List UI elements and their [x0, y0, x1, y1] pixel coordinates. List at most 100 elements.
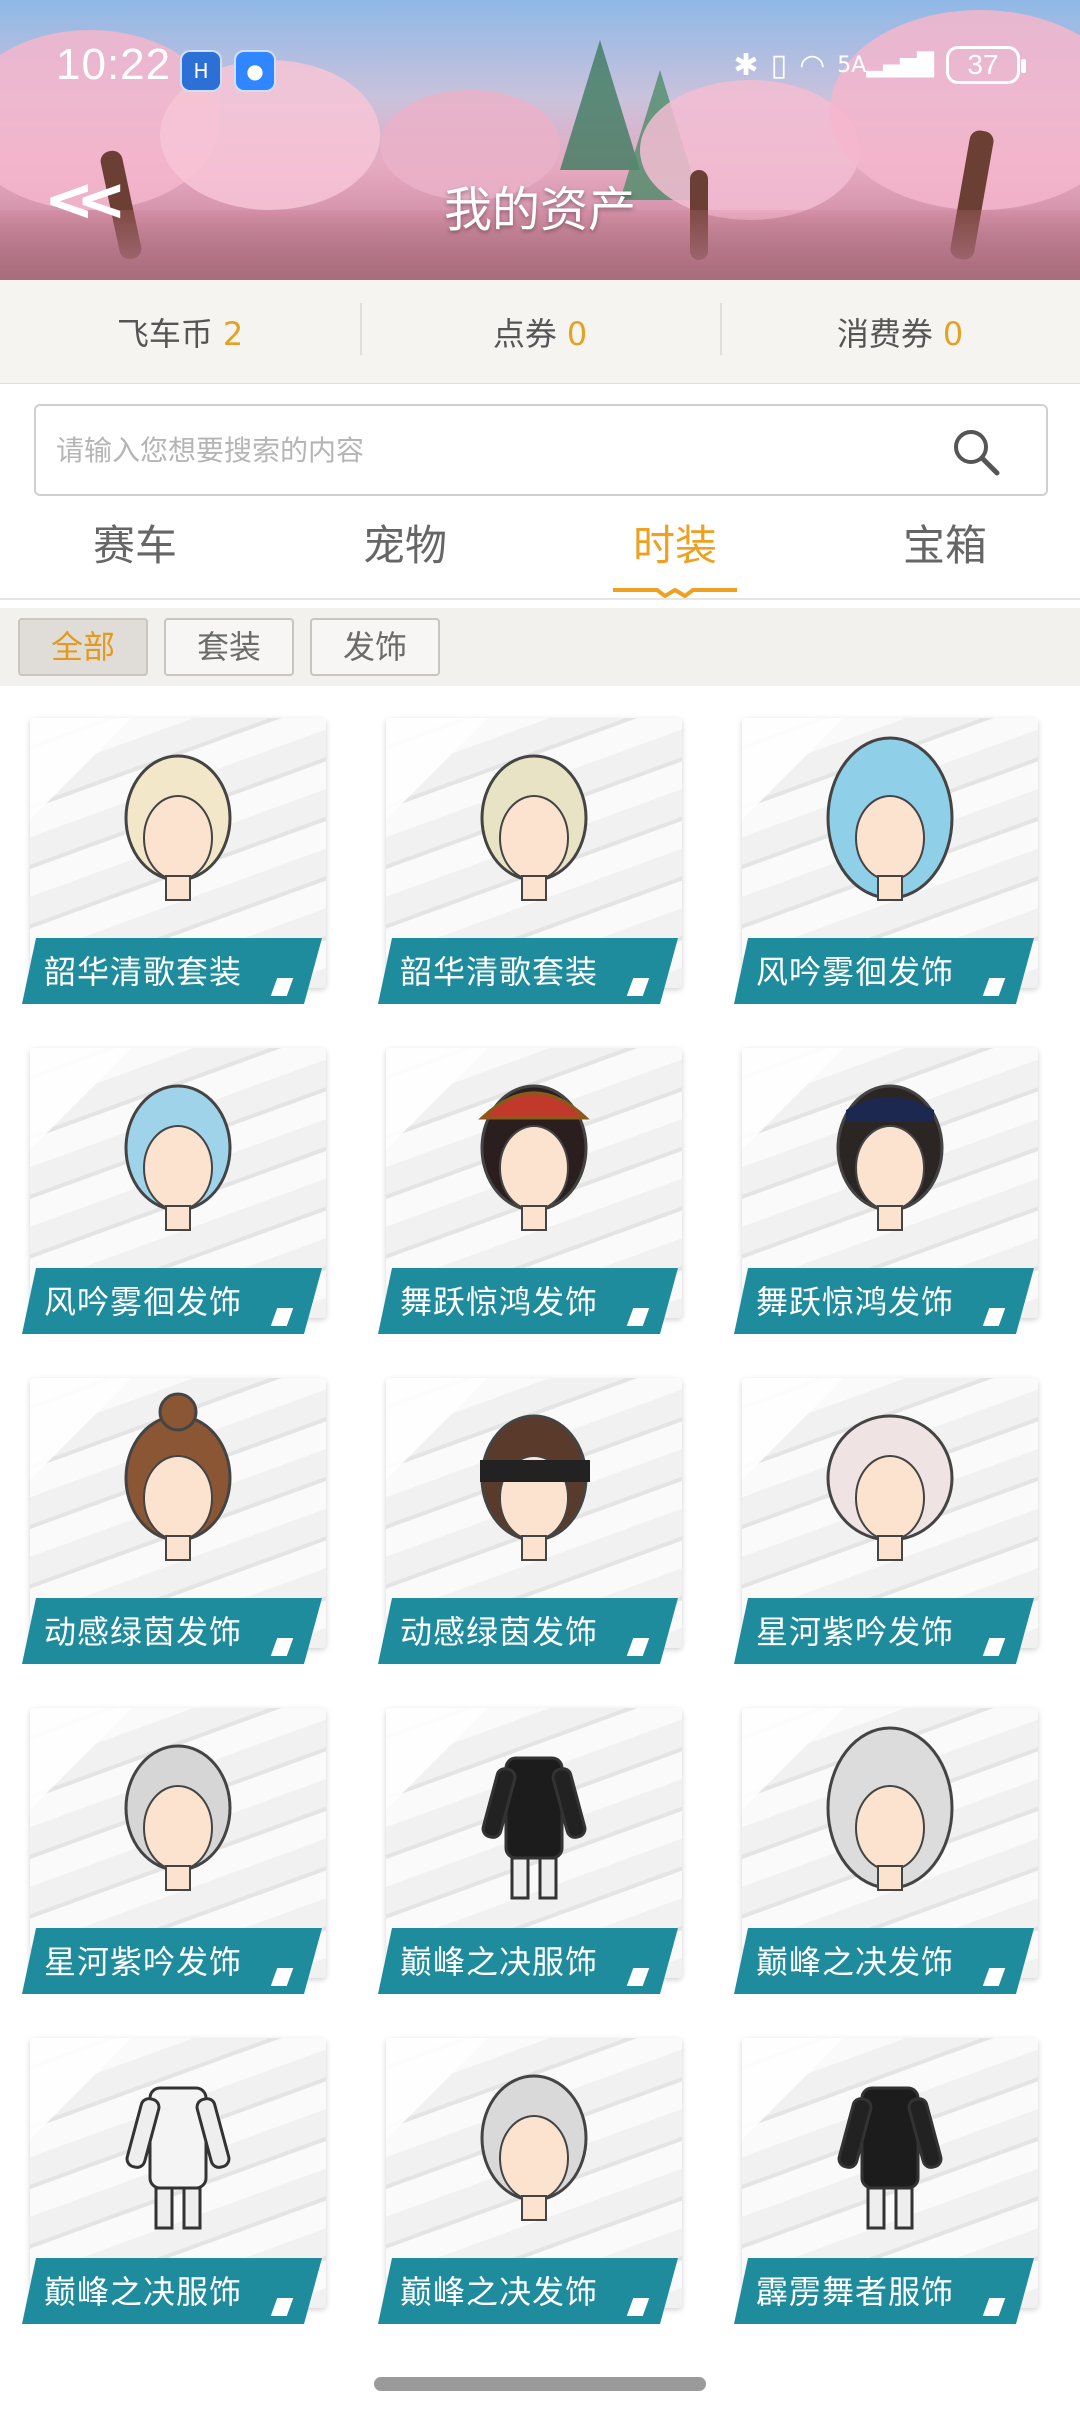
tab-fashion[interactable]: 时装: [540, 510, 810, 598]
item-label-banner: 韶华清歌套装: [378, 938, 678, 1004]
item-thumbnail: [480, 754, 588, 901]
item-thumbnail: [480, 1414, 590, 1561]
item-thumbnail: [480, 2074, 588, 2221]
currency-dianquan: 点券 0: [360, 302, 720, 355]
item-name: 巅峰之决发饰: [756, 1943, 955, 1981]
item-label-banner: 韶华清歌套装: [22, 938, 322, 1004]
message-notification-icon: ●: [234, 50, 276, 92]
corner-mark-icon: [271, 1638, 294, 1656]
item-label-banner: 巅峰之决发饰: [378, 2258, 678, 2324]
search-input[interactable]: [56, 406, 936, 494]
fashion-item-card[interactable]: 星河紫吟发饰: [22, 1690, 332, 1990]
corner-mark-icon: [627, 1968, 650, 1986]
fashion-item-card[interactable]: 韶华清歌套装: [378, 700, 688, 1000]
tab-label: 赛车: [92, 521, 177, 570]
status-bar: 10:22 H ● ✱ ▯ ◠ 5A▂▄▆█ 37: [0, 30, 1080, 110]
vibrate-icon: ▯: [770, 47, 788, 83]
battery-icon: 37: [946, 46, 1026, 84]
item-name: 星河紫吟发饰: [756, 1613, 955, 1651]
corner-mark-icon: [983, 2298, 1006, 2316]
item-thumbnail: [125, 2086, 231, 2230]
fashion-item-card[interactable]: 巅峰之决发饰: [734, 1690, 1044, 1990]
item-name: 动感绿茵发饰: [400, 1613, 599, 1651]
fashion-item-card[interactable]: 舞跃惊鸿发饰: [378, 1030, 688, 1330]
corner-mark-icon: [627, 978, 650, 996]
corner-mark-icon: [983, 1308, 1006, 1326]
item-name: 巅峰之决发饰: [400, 2273, 599, 2311]
tab-pet[interactable]: 宠物: [270, 510, 540, 598]
corner-mark-icon: [983, 1968, 1006, 1986]
fashion-item-card[interactable]: 动感绿茵发饰: [378, 1360, 688, 1660]
item-thumbnail: [837, 2086, 943, 2230]
page-title: 我的资产: [443, 182, 636, 238]
search-box: [34, 404, 1048, 496]
app-notification-icon: H: [180, 50, 222, 92]
currency-label: 飞车币: [116, 314, 213, 353]
home-indicator[interactable]: [374, 2377, 706, 2391]
fashion-item-card[interactable]: 动感绿茵发饰: [22, 1360, 332, 1660]
tab-racecar[interactable]: 赛车: [0, 510, 270, 598]
currency-bar: 飞车币 2 点券 0 消费券 0: [0, 280, 1080, 384]
item-thumbnail: [826, 1414, 954, 1561]
corner-mark-icon: [627, 1638, 650, 1656]
currency-value: 2: [222, 314, 244, 353]
header-banner: 10:22 H ● ✱ ▯ ◠ 5A▂▄▆█ 37 << 我的资产: [0, 0, 1080, 280]
corner-mark-icon: [271, 2298, 294, 2316]
corner-mark-icon: [983, 1638, 1006, 1656]
filter-all[interactable]: 全部: [18, 618, 148, 676]
search-icon[interactable]: [950, 426, 1002, 478]
fashion-item-card[interactable]: 星河紫吟发饰: [734, 1360, 1044, 1660]
tab-treasure-box[interactable]: 宝箱: [810, 510, 1080, 598]
active-tab-indicator: [613, 587, 737, 598]
item-label-banner: 舞跃惊鸿发饰: [734, 1268, 1034, 1334]
currency-value: 0: [942, 314, 964, 353]
item-label-banner: 动感绿茵发饰: [22, 1598, 322, 1664]
item-label-banner: 巅峰之决服饰: [22, 2258, 322, 2324]
item-thumbnail: [478, 1084, 590, 1231]
fashion-item-card[interactable]: 巅峰之决服饰: [22, 2020, 332, 2320]
corner-mark-icon: [627, 1308, 650, 1326]
item-thumbnail: [826, 1726, 954, 1891]
filter-bar: 全部 套装 发饰: [0, 608, 1080, 686]
currency-feiche: 飞车币 2: [0, 309, 360, 355]
fashion-item-card[interactable]: 韶华清歌套装: [22, 700, 332, 1000]
fashion-item-card[interactable]: 巅峰之决发饰: [378, 2020, 688, 2320]
corner-mark-icon: [271, 1308, 294, 1326]
item-label-banner: 霹雳舞者服饰: [734, 2258, 1034, 2324]
item-label-banner: 风吟雾徊发饰: [22, 1268, 322, 1334]
item-name: 舞跃惊鸿发饰: [756, 1283, 955, 1321]
item-name: 风吟雾徊发饰: [756, 953, 955, 991]
tab-label: 时装: [632, 521, 717, 570]
item-label-banner: 舞跃惊鸿发饰: [378, 1268, 678, 1334]
wifi-icon: ◠: [799, 47, 826, 83]
item-label-banner: 巅峰之决发饰: [734, 1928, 1034, 1994]
item-label-banner: 风吟雾徊发饰: [734, 938, 1034, 1004]
corner-mark-icon: [271, 1968, 294, 1986]
item-thumbnail: [124, 1392, 232, 1561]
fashion-item-card[interactable]: 舞跃惊鸿发饰: [734, 1030, 1044, 1330]
filter-hair-accessory[interactable]: 发饰: [310, 618, 440, 676]
item-name: 韶华清歌套装: [400, 953, 599, 991]
item-name: 舞跃惊鸿发饰: [400, 1283, 599, 1321]
fashion-item-card[interactable]: 霹雳舞者服饰: [734, 2020, 1044, 2320]
item-name: 巅峰之决服饰: [44, 2273, 243, 2311]
tab-label: 宠物: [362, 521, 447, 570]
category-tabs: 赛车 宠物 时装 宝箱: [0, 510, 1080, 600]
item-name: 星河紫吟发饰: [44, 1943, 243, 1981]
item-thumbnail: [836, 1084, 944, 1231]
filter-suit[interactable]: 套装: [164, 618, 294, 676]
item-name: 霹雳舞者服饰: [756, 2273, 955, 2311]
item-thumbnail: [826, 736, 954, 901]
currency-xiaofeiquan: 消费券 0: [720, 302, 1080, 355]
item-thumbnail: [124, 754, 232, 901]
tab-label: 宝箱: [902, 521, 987, 570]
currency-label: 消费券: [836, 314, 933, 353]
corner-mark-icon: [627, 2298, 650, 2316]
fashion-item-card[interactable]: 巅峰之决服饰: [378, 1690, 688, 1990]
currency-value: 0: [566, 314, 588, 353]
signal-icon: 5A▂▄▆█: [837, 52, 934, 78]
item-label-banner: 星河紫吟发饰: [734, 1598, 1034, 1664]
fashion-item-card[interactable]: 风吟雾徊发饰: [734, 700, 1044, 1000]
status-time: 10:22: [56, 40, 172, 89]
fashion-item-card[interactable]: 风吟雾徊发饰: [22, 1030, 332, 1330]
